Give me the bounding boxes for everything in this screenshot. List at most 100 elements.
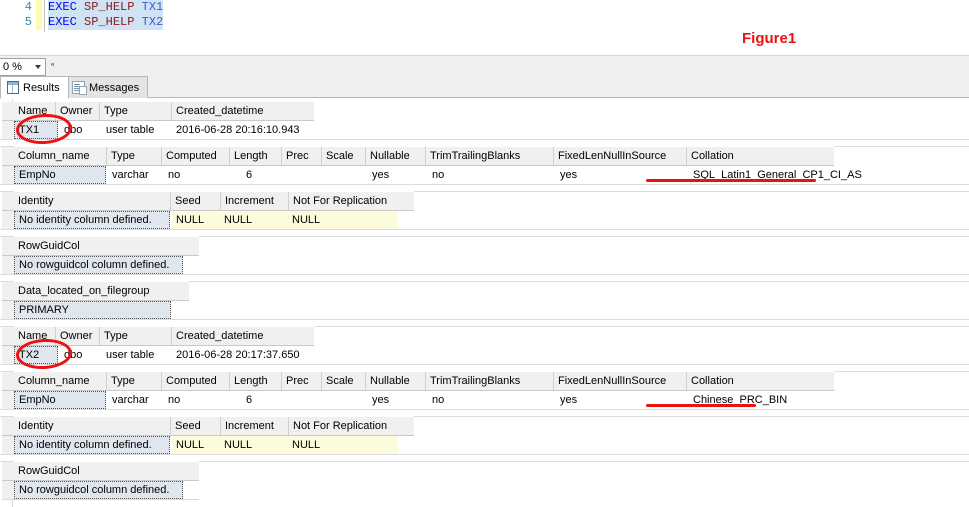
table-row[interactable]: No rowguidcol column defined.: [2, 481, 199, 500]
sql-identifier: TX1: [141, 0, 164, 14]
cell-filegroup[interactable]: PRIMARY: [14, 301, 171, 319]
cell-rowguidcol[interactable]: No rowguidcol column defined.: [14, 481, 183, 499]
col-header-column-name[interactable]: Column_name: [14, 372, 107, 390]
col-header-scale[interactable]: Scale: [322, 372, 366, 390]
code-line[interactable]: EXEC SP_HELP TX2: [48, 15, 164, 30]
cell-scale[interactable]: [322, 391, 366, 409]
col-header-computed[interactable]: Computed: [162, 147, 230, 165]
col-header-not-for-replication[interactable]: Not For Replication: [289, 417, 414, 435]
col-header-created-datetime[interactable]: Created_datetime: [172, 327, 312, 345]
cell-increment[interactable]: NULL: [220, 211, 288, 229]
sql-editor[interactable]: 4 5 EXEC SP_HELP TX1 EXEC SP_HELP TX2: [0, 0, 969, 49]
cell-created-datetime[interactable]: 2016-06-28 20:16:10.943: [172, 121, 317, 139]
col-header-rowguidcol[interactable]: RowGuidCol: [14, 462, 199, 480]
cell-column-name[interactable]: EmpNo: [14, 391, 106, 409]
cell-created-datetime[interactable]: 2016-06-28 20:17:37.650: [172, 346, 317, 364]
col-header-type[interactable]: Type: [107, 372, 162, 390]
table-row[interactable]: No identity column defined. NULL NULL NU…: [2, 211, 414, 230]
col-header-data-located-on-filegroup[interactable]: Data_located_on_filegroup: [14, 282, 189, 300]
editor-status-bar: 0 % ⁌: [0, 55, 969, 77]
cell-prec[interactable]: [282, 166, 322, 184]
table-row[interactable]: No rowguidcol column defined.: [2, 256, 199, 275]
cell-rowguidcol[interactable]: No rowguidcol column defined.: [14, 256, 183, 274]
col-header-identity[interactable]: Identity: [14, 417, 171, 435]
tab-messages[interactable]: Messages: [65, 76, 149, 98]
cell-seed[interactable]: NULL: [172, 436, 220, 454]
col-header-type[interactable]: Type: [107, 147, 162, 165]
cell-trimtrailingblanks[interactable]: no: [428, 166, 554, 184]
col-header-increment[interactable]: Increment: [221, 417, 289, 435]
col-header-length[interactable]: Length: [230, 147, 282, 165]
cell-increment[interactable]: NULL: [220, 436, 288, 454]
cell-type[interactable]: varchar: [108, 166, 162, 184]
table-row[interactable]: No identity column defined. NULL NULL NU…: [2, 436, 414, 455]
cell-column-name[interactable]: EmpNo: [14, 166, 106, 184]
col-header-trimtrailingblanks[interactable]: TrimTrailingBlanks: [426, 372, 554, 390]
cell-length[interactable]: 6: [242, 391, 282, 409]
grid-table1-rowguidcol: RowGuidCol No rowguidcol column defined.: [2, 236, 199, 275]
cell-prec[interactable]: [282, 391, 322, 409]
cell-type[interactable]: user table: [102, 346, 172, 364]
cell-nullable[interactable]: yes: [368, 166, 426, 184]
cell-seed[interactable]: NULL: [172, 211, 220, 229]
results-pane[interactable]: Name Owner Type Created_datetime TX1 dbo…: [0, 98, 969, 507]
col-header-prec[interactable]: Prec: [282, 147, 322, 165]
zoom-dropdown[interactable]: 0 %: [0, 58, 46, 76]
cell-not-for-replication[interactable]: NULL: [288, 436, 398, 454]
cell-length[interactable]: 6: [242, 166, 282, 184]
tab-results-label: Results: [23, 81, 60, 94]
col-header-created-datetime[interactable]: Created_datetime: [172, 102, 312, 120]
grid-table1-filegroup: Data_located_on_filegroup PRIMARY: [2, 281, 189, 320]
col-header-seed[interactable]: Seed: [171, 417, 221, 435]
col-header-fixedlennullinsource[interactable]: FixedLenNullInSource: [554, 372, 687, 390]
col-header-trimtrailingblanks[interactable]: TrimTrailingBlanks: [426, 147, 554, 165]
sql-keyword: EXEC: [48, 0, 77, 14]
col-header-prec[interactable]: Prec: [282, 372, 322, 390]
col-header-collation[interactable]: Collation: [687, 372, 832, 390]
col-header-length[interactable]: Length: [230, 372, 282, 390]
col-header-nullable[interactable]: Nullable: [366, 147, 426, 165]
table-row[interactable]: PRIMARY: [2, 301, 189, 320]
line-number: 4: [24, 0, 32, 14]
cell-type[interactable]: user table: [102, 121, 172, 139]
col-header-rowguidcol[interactable]: RowGuidCol: [14, 237, 199, 255]
cell-trimtrailingblanks[interactable]: no: [428, 391, 554, 409]
table-row[interactable]: EmpNo varchar no 6 yes no yes Chinese_PR…: [2, 391, 834, 410]
highlight-underline-collation-1: [646, 179, 816, 182]
sql-identifier: TX2: [141, 15, 164, 29]
sql-procedure: SP_HELP: [84, 0, 135, 14]
chevron-down-icon[interactable]: [35, 65, 41, 69]
sql-procedure: SP_HELP: [84, 15, 135, 29]
cell-identity[interactable]: No identity column defined.: [14, 211, 170, 229]
cell-nullable[interactable]: yes: [368, 391, 426, 409]
grid-header-row: Column_name Type Computed Length Prec Sc…: [2, 146, 834, 166]
highlight-underline-collation-2: [646, 404, 756, 407]
cell-computed[interactable]: no: [164, 166, 230, 184]
tab-results[interactable]: Results: [0, 76, 69, 99]
code-line[interactable]: EXEC SP_HELP TX1: [48, 0, 164, 15]
col-header-computed[interactable]: Computed: [162, 372, 230, 390]
grid-header-row: RowGuidCol: [2, 461, 199, 481]
col-header-scale[interactable]: Scale: [322, 147, 366, 165]
editor-code-area[interactable]: EXEC SP_HELP TX1 EXEC SP_HELP TX2: [48, 0, 164, 30]
col-header-seed[interactable]: Seed: [171, 192, 221, 210]
col-header-identity[interactable]: Identity: [14, 192, 171, 210]
cell-computed[interactable]: no: [164, 391, 230, 409]
col-header-type[interactable]: Type: [100, 327, 172, 345]
cell-scale[interactable]: [322, 166, 366, 184]
col-header-column-name[interactable]: Column_name: [14, 147, 107, 165]
cell-not-for-replication[interactable]: NULL: [288, 211, 398, 229]
table-row[interactable]: EmpNo varchar no 6 yes no yes SQL_Latin1…: [2, 166, 862, 185]
col-header-not-for-replication[interactable]: Not For Replication: [289, 192, 414, 210]
editor-line-number-gutter: 4 5: [0, 0, 36, 48]
grid-icon: [7, 81, 19, 94]
col-header-nullable[interactable]: Nullable: [366, 372, 426, 390]
splitter-handle-icon[interactable]: ⁌: [50, 60, 55, 71]
cell-type[interactable]: varchar: [108, 391, 162, 409]
col-header-increment[interactable]: Increment: [221, 192, 289, 210]
cell-identity[interactable]: No identity column defined.: [14, 436, 170, 454]
col-header-type[interactable]: Type: [100, 102, 172, 120]
col-header-fixedlennullinsource[interactable]: FixedLenNullInSource: [554, 147, 687, 165]
grid-header-row: Identity Seed Increment Not For Replicat…: [2, 191, 414, 211]
col-header-collation[interactable]: Collation: [687, 147, 832, 165]
